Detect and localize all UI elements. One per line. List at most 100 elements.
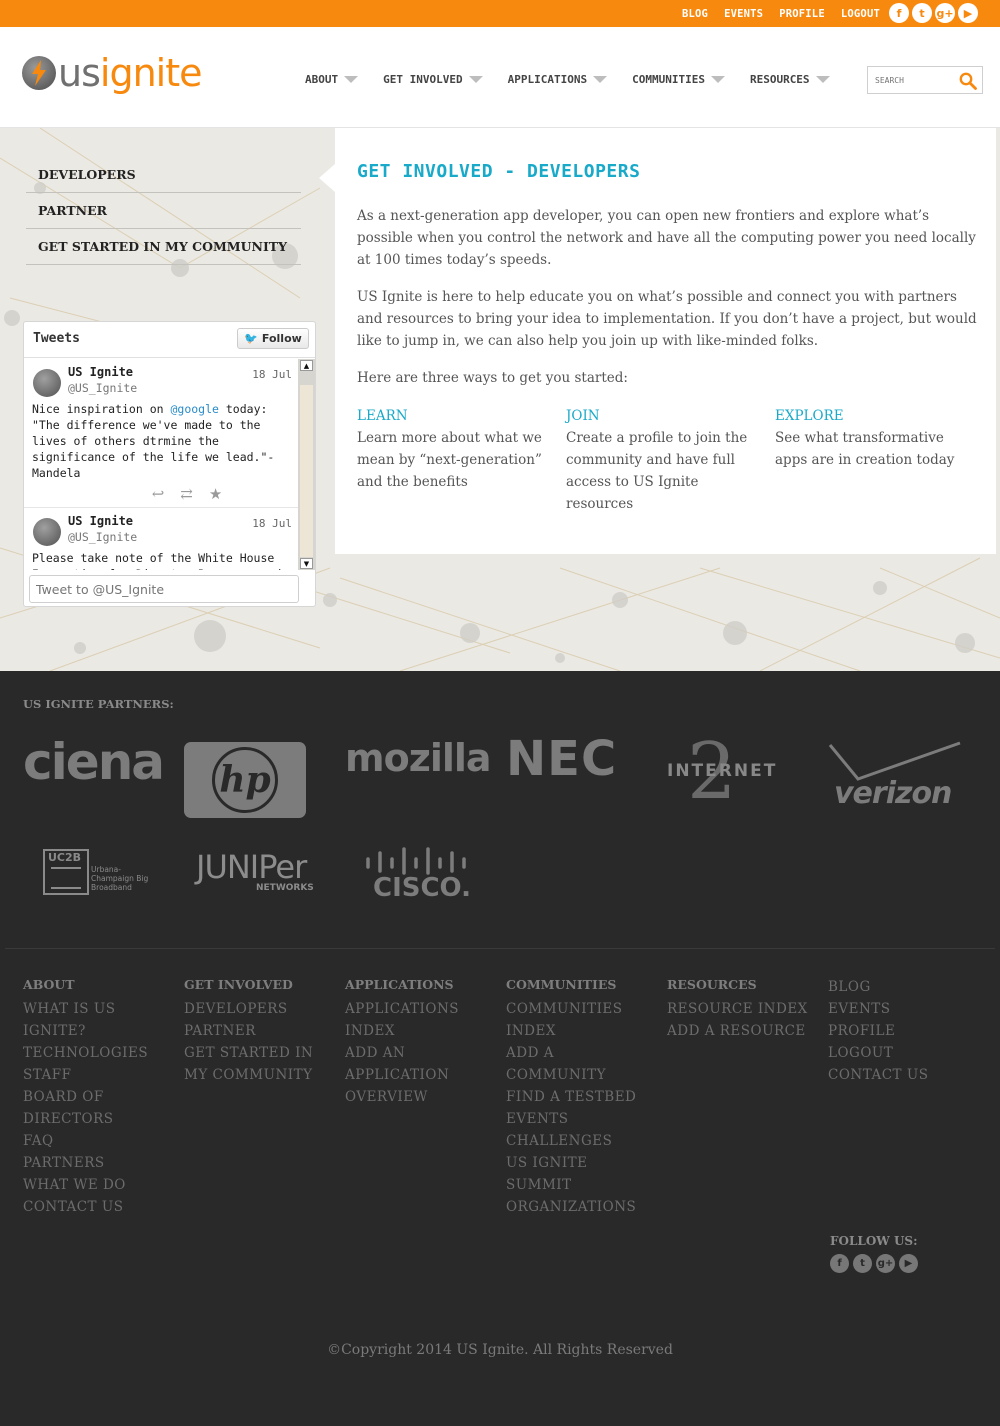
nav-about[interactable]: ABOUT (305, 73, 359, 86)
footer-heading-about[interactable]: ABOUT (23, 976, 173, 994)
sidebar-item-get-started[interactable]: GET STARTED IN MY COMMUNITY (26, 229, 301, 265)
partner-logo-juniper[interactable]: JUNIPer NETWORKS (196, 851, 321, 901)
tweet-input[interactable] (29, 575, 299, 603)
footer-link[interactable]: OVERVIEW (345, 1086, 495, 1108)
follow-button[interactable]: 🐦 Follow (237, 328, 309, 349)
us-ignite-logo[interactable]: usignite (22, 54, 202, 92)
reply-icon[interactable]: ↩ (152, 485, 165, 503)
footer-link[interactable]: DEVELOPERS (184, 998, 334, 1020)
chevron-down-icon (815, 76, 830, 83)
join-column: JOIN Create a profile to join the commun… (566, 405, 761, 515)
main-nav: ABOUT GET INVOLVED APPLICATIONS COMMUNIT… (305, 73, 855, 86)
top-social: f t g+ ▶ (886, 3, 978, 23)
search-icon[interactable] (959, 72, 977, 94)
partner-logo-ciena[interactable]: ciena (23, 737, 165, 787)
retweet-icon[interactable]: ⇄ (180, 485, 193, 503)
google-plus-icon[interactable]: g+ (876, 1254, 895, 1273)
footer-link[interactable]: ADD A RESOURCE (667, 1020, 822, 1042)
explore-link[interactable]: EXPLORE (775, 405, 970, 427)
scroll-down-icon[interactable]: ▼ (300, 558, 313, 569)
footer-link[interactable]: ORGANIZATIONS (506, 1196, 656, 1218)
footer-link[interactable]: US IGNITE SUMMIT (506, 1152, 656, 1196)
top-link-logout[interactable]: LOGOUT (841, 8, 880, 20)
top-link-blog[interactable]: BLOG (682, 8, 708, 20)
footer-link[interactable]: BOARD OF DIRECTORS (23, 1086, 173, 1130)
footer-link[interactable]: APPLICATIONS INDEX (345, 998, 495, 1042)
footer-link[interactable]: STAFF (23, 1064, 173, 1086)
tweets-scrollbar[interactable]: ▲ ▼ (298, 359, 315, 570)
partner-logo-uc2b[interactable]: UC2B Urbana-Champaign Big Broadband (43, 849, 158, 899)
footer-heading-applications[interactable]: APPLICATIONS (345, 976, 495, 994)
footer-heading-get-involved[interactable]: GET INVOLVED (184, 976, 334, 994)
footer-link[interactable]: LOGOUT (828, 1042, 978, 1064)
scroll-up-icon[interactable]: ▲ (300, 360, 313, 371)
footer-link[interactable]: EVENTS (506, 1108, 656, 1130)
youtube-icon[interactable]: ▶ (899, 1254, 918, 1273)
nav-resources[interactable]: RESOURCES (750, 73, 830, 86)
favorite-star-icon[interactable]: ★ (209, 485, 222, 503)
help-paragraph: US Ignite is here to help educate you on… (357, 289, 977, 349)
footer-link[interactable]: PROFILE (828, 1020, 978, 1042)
verizon-wordmark: verizon (834, 776, 952, 811)
internet2-wordmark: INTERNET (667, 761, 778, 781)
partner-logo-internet2[interactable]: 2 INTERNET (667, 733, 778, 823)
logo-us: us (58, 51, 101, 95)
tweet-text-part: Nice inspiration on (32, 402, 171, 416)
footer-link[interactable]: RESOURCE INDEX (667, 998, 822, 1020)
footer-link[interactable]: FIND A TESTBED (506, 1086, 656, 1108)
tweet-author-handle[interactable]: @US_Ignite (68, 381, 292, 395)
nav-applications[interactable]: APPLICATIONS (508, 73, 608, 86)
tweet-date[interactable]: 18 Jul (252, 368, 292, 381)
footer-link[interactable]: COMMUNITIES INDEX (506, 998, 656, 1042)
footer-link[interactable]: TECHNOLOGIES (23, 1042, 173, 1064)
avatar[interactable] (33, 518, 61, 546)
partner-logo-cisco[interactable]: CISCO. (365, 847, 471, 907)
partner-logo-hp[interactable]: hp (184, 742, 306, 818)
tweets-widget: Tweets 🐦 Follow US Ignite @US_Ignite 18 J… (23, 321, 316, 607)
tweet-author-handle[interactable]: @US_Ignite (68, 530, 292, 544)
join-link[interactable]: JOIN (566, 405, 761, 427)
twitter-icon[interactable]: t (912, 3, 932, 23)
footer-link[interactable]: WHAT IS US IGNITE? (23, 998, 173, 1042)
facebook-icon[interactable]: f (889, 3, 909, 23)
footer-link[interactable]: PARTNERS (23, 1152, 173, 1174)
partner-logo-nec[interactable]: NEC (506, 735, 617, 783)
logo-orb-icon (22, 56, 56, 90)
footer-link[interactable]: ADD A COMMUNITY (506, 1042, 656, 1086)
footer-link[interactable]: CHALLENGES (506, 1130, 656, 1152)
copyright: ©Copyright 2014 US Ignite. All Rights Re… (327, 1342, 673, 1358)
youtube-icon[interactable]: ▶ (958, 3, 978, 23)
footer-link[interactable]: EVENTS (828, 998, 978, 1020)
sidebar-item-partner[interactable]: PARTNER (26, 193, 301, 229)
tweet-date[interactable]: 18 Jul (252, 517, 292, 530)
twitter-bird-icon: 🐦 (244, 332, 258, 345)
learn-link[interactable]: LEARN (357, 405, 552, 427)
search-input[interactable] (868, 67, 952, 93)
footer-link[interactable]: WHAT WE DO (23, 1174, 173, 1196)
footer-link[interactable]: PARTNER (184, 1020, 334, 1042)
scrollbar-thumb[interactable] (300, 385, 313, 557)
avatar[interactable] (33, 369, 61, 397)
twitter-icon[interactable]: t (853, 1254, 872, 1273)
footer-link[interactable]: ADD AN APPLICATION (345, 1042, 495, 1086)
partner-logo-mozilla[interactable]: mozilla (345, 739, 492, 777)
footer-heading-communities[interactable]: COMMUNITIES (506, 976, 656, 994)
partner-logo-verizon[interactable]: verizon (828, 741, 962, 821)
sidebar-item-developers[interactable]: DEVELOPERS (26, 157, 301, 193)
tweet-text: Please take note of the White House Inno… (32, 551, 281, 570)
nav-communities[interactable]: COMMUNITIES (632, 73, 725, 86)
google-plus-icon[interactable]: g+ (935, 3, 955, 23)
footer-link[interactable]: FAQ (23, 1130, 173, 1152)
facebook-icon[interactable]: f (830, 1254, 849, 1273)
footer-heading-resources[interactable]: RESOURCES (667, 976, 822, 994)
top-link-profile[interactable]: PROFILE (779, 8, 825, 20)
footer-link[interactable]: BLOG (828, 976, 978, 998)
footer-link[interactable]: CONTACT US (23, 1196, 173, 1218)
tweet-mention-link[interactable]: @google (170, 402, 218, 416)
footer-link[interactable]: GET STARTED IN MY COMMUNITY (184, 1042, 334, 1086)
nav-get-involved[interactable]: GET INVOLVED (383, 73, 483, 86)
top-link-events[interactable]: EVENTS (724, 8, 763, 20)
footer-link[interactable]: CONTACT US (828, 1064, 978, 1086)
sidebar-nav: DEVELOPERS PARTNER GET STARTED IN MY COM… (26, 157, 301, 265)
top-bar: BLOG EVENTS PROFILE LOGOUT f t g+ ▶ (0, 0, 1000, 27)
